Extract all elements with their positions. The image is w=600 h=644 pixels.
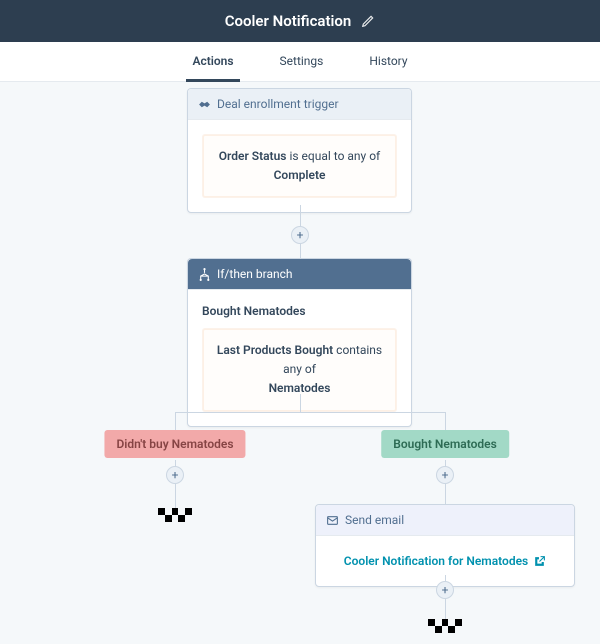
trigger-value: Complete xyxy=(274,168,326,182)
connector xyxy=(300,394,301,412)
trigger-property: Order Status xyxy=(219,149,287,163)
workflow-canvas: Deal enrollment trigger Order Status is … xyxy=(0,82,600,644)
trigger-operator: is equal to any of xyxy=(286,149,380,163)
email-card-header: Send email xyxy=(316,505,574,536)
add-action-button-after-email[interactable]: + xyxy=(436,581,454,599)
pencil-icon[interactable] xyxy=(361,14,375,28)
handshake-icon xyxy=(198,98,211,111)
email-link-text: Cooler Notification for Nematodes xyxy=(344,554,528,568)
tab-history[interactable]: History xyxy=(363,42,413,82)
branch-card-header: If/then branch xyxy=(188,259,411,290)
connector xyxy=(175,412,176,430)
branch-no-label[interactable]: Didn't buy Nematodes xyxy=(104,430,245,458)
trigger-card-body: Order Status is equal to any of Complete xyxy=(188,120,411,212)
add-action-button-no[interactable]: + xyxy=(166,466,184,484)
email-link[interactable]: Cooler Notification for Nematodes xyxy=(344,554,546,568)
end-marker xyxy=(428,619,462,633)
connector xyxy=(175,484,176,508)
page-header: Cooler Notification xyxy=(0,0,600,42)
connector xyxy=(300,244,301,258)
connector xyxy=(445,484,446,504)
tabs-bar: Actions Settings History xyxy=(0,42,600,82)
connector xyxy=(175,412,445,413)
workflow-title: Cooler Notification xyxy=(225,12,352,30)
branch-name: Bought Nematodes xyxy=(202,304,397,318)
envelope-icon xyxy=(326,514,339,527)
trigger-card[interactable]: Deal enrollment trigger Order Status is … xyxy=(187,88,412,213)
trigger-condition: Order Status is equal to any of Complete xyxy=(202,134,397,198)
trigger-card-header: Deal enrollment trigger xyxy=(188,89,411,120)
branch-property: Last Products Bought xyxy=(217,343,333,357)
branch-yes-label[interactable]: Bought Nematodes xyxy=(381,430,509,458)
email-card-title: Send email xyxy=(345,513,404,527)
end-marker xyxy=(158,508,192,522)
connector xyxy=(445,599,446,619)
connector xyxy=(445,412,446,430)
branch-card-title: If/then branch xyxy=(217,267,293,281)
branch-icon xyxy=(198,268,211,281)
tab-settings[interactable]: Settings xyxy=(274,42,330,82)
tab-actions[interactable]: Actions xyxy=(186,42,239,82)
add-action-button[interactable]: + xyxy=(291,226,309,244)
add-action-button-yes[interactable]: + xyxy=(436,466,454,484)
trigger-card-title: Deal enrollment trigger xyxy=(217,97,339,111)
external-link-icon xyxy=(533,555,546,568)
